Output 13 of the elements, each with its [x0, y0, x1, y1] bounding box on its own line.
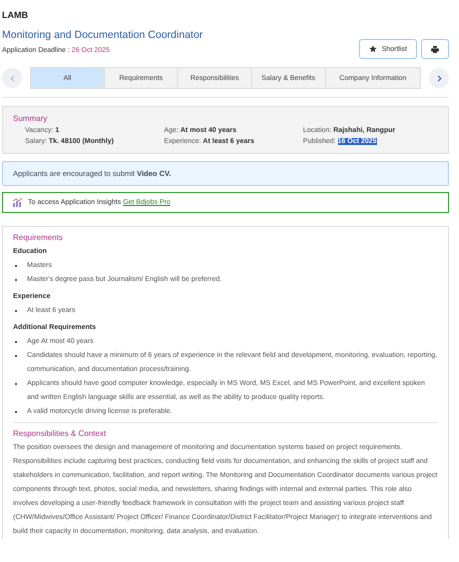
job-title: Monitoring and Documentation Coordinator	[2, 29, 204, 41]
company-name: LAMB	[2, 10, 29, 20]
printer-icon	[431, 46, 439, 52]
section-title: Responsibilities & Context	[13, 429, 107, 438]
chevron-right-icon	[436, 74, 442, 82]
section-title: Summary	[13, 114, 48, 123]
star-icon	[368, 45, 377, 53]
print-button[interactable]	[421, 39, 449, 59]
section-title: Requirements	[13, 233, 64, 242]
chevron-left-icon	[10, 74, 14, 82]
chart-icon	[13, 198, 22, 207]
previous-button[interactable]	[2, 68, 22, 88]
next-button[interactable]	[429, 68, 449, 88]
